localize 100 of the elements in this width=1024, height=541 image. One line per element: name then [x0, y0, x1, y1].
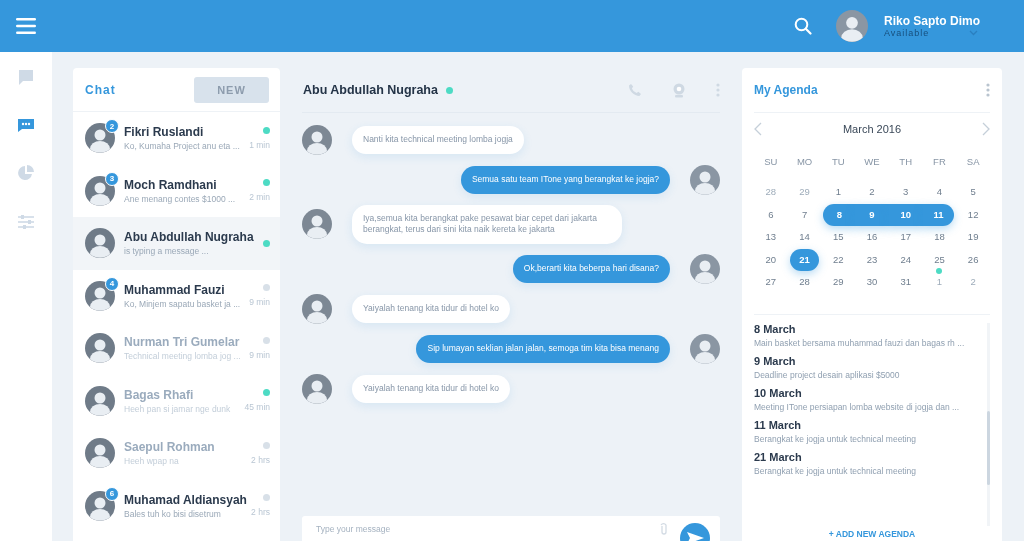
search-icon[interactable]	[794, 17, 812, 35]
event-date: 11 March	[754, 418, 803, 431]
calendar-day[interactable]: 4	[924, 181, 955, 204]
calendar-day[interactable]: 25	[924, 248, 955, 271]
calendar-day[interactable]: 10	[888, 203, 923, 226]
event-description: Berangkat ke jogja untuk technical meeting	[754, 465, 918, 476]
event-date: 10 March	[754, 386, 803, 399]
send-button[interactable]	[680, 523, 710, 541]
calendar-day[interactable]: 6	[756, 203, 786, 226]
calendar-day[interactable]: 9	[855, 203, 889, 226]
contact-name: Abu Abdullah Nugraha	[303, 83, 438, 97]
calendar-day[interactable]: 23	[857, 248, 887, 271]
unread-badge: 6	[105, 486, 119, 501]
calendar-day[interactable]: 11	[922, 203, 955, 226]
pie-chart-icon[interactable]	[17, 164, 35, 182]
chevron-left-icon[interactable]	[754, 122, 762, 136]
message-field[interactable]: Type your message	[302, 516, 720, 541]
incoming-message: Iya,semua kita berangkat pake pesawat biar cepet dari jakarta berangkat, terus dari sini kita naik kereta ke jakarta	[352, 205, 622, 244]
calendar-day[interactable]: 1	[924, 271, 955, 294]
calendar-day[interactable]: 21	[789, 248, 820, 271]
calendar-day[interactable]: 28	[756, 181, 786, 204]
weekday-label: WE	[863, 156, 881, 167]
phone-icon[interactable]	[628, 83, 642, 97]
event-description: Meeting ITone persiapan lomba website di jogja dan ...	[754, 401, 961, 412]
calendar-day[interactable]: 19	[958, 226, 988, 249]
avatar	[302, 373, 332, 404]
user-status[interactable]: Available	[884, 28, 930, 38]
calendar-day[interactable]: 24	[890, 248, 921, 271]
calendar-day[interactable]: 28	[789, 271, 820, 294]
month-label: March 2016	[842, 123, 902, 135]
event-date: 21 March	[754, 450, 803, 463]
chat-bubble-icon[interactable]	[17, 68, 35, 86]
calendar-day[interactable]: 7	[789, 203, 820, 226]
calendar-day[interactable]: 2	[857, 181, 887, 204]
add-agenda-button[interactable]: + ADD NEW AGENDA	[828, 526, 916, 541]
webcam-icon[interactable]	[672, 82, 686, 98]
calendar-day[interactable]: 29	[823, 271, 854, 294]
contact-name: Nurman Tri Gumelar	[124, 335, 241, 350]
paperclip-icon[interactable]	[660, 522, 668, 536]
event-description: Deadline project desain aplikasi $5000	[754, 369, 901, 380]
weekday-label: TH	[898, 156, 914, 167]
avatar	[690, 333, 720, 364]
calendar-day[interactable]: 13	[756, 226, 786, 249]
sliders-icon[interactable]	[17, 214, 35, 230]
incoming-message: Yaiyalah tenang kita tidur di hotel ko	[352, 295, 510, 323]
unread-badge: 4	[105, 276, 119, 291]
avatar	[690, 253, 720, 284]
message-preview: is typing a message ...	[124, 246, 210, 257]
more-options-icon[interactable]	[986, 83, 990, 97]
calendar-day[interactable]: 26	[958, 248, 988, 271]
message-time: 2 hrs	[251, 507, 270, 518]
calendar-day[interactable]: 1	[823, 181, 854, 204]
chevron-right-icon[interactable]	[982, 122, 990, 136]
unread-badge: 3	[105, 171, 119, 186]
avatar	[85, 490, 115, 521]
avatar	[85, 175, 115, 206]
contact-name: Muhammad Fauzi	[124, 282, 226, 297]
avatar	[836, 10, 868, 42]
weekday-label: MO	[795, 156, 814, 167]
avatar	[302, 209, 332, 240]
event-date: 9 March	[754, 354, 797, 367]
message-icon[interactable]	[17, 118, 35, 132]
calendar-day[interactable]: 30	[857, 271, 887, 294]
calendar-day[interactable]: 15	[823, 226, 854, 249]
user-name: Riko Sapto Dimo	[884, 14, 981, 28]
calendar-day[interactable]: 31	[890, 271, 921, 294]
chat-item[interactable]: 6 Muhamad Aldiansyah Bales tuh ko bisi disetrum 2 hrs	[73, 479, 280, 532]
calendar-day[interactable]: 12	[958, 203, 988, 226]
weekday-label: FR	[932, 156, 947, 167]
calendar-day[interactable]: 5	[958, 181, 988, 204]
outgoing-message: Sip lumayan seklian jalan jalan, semoga tim kita bisa menang	[416, 335, 670, 363]
avatar	[302, 293, 332, 324]
event-description: Berangkat ke jogja untuk technical meeting	[754, 433, 918, 444]
message-input[interactable]: Type your message	[316, 522, 648, 536]
menu-icon[interactable]	[16, 18, 36, 34]
calendar-day[interactable]: 2	[958, 271, 988, 294]
scrollbar[interactable]	[987, 322, 990, 526]
message-preview: Ane menang contes $1000 ...	[124, 193, 237, 204]
message-preview: Ko, Minjem sapatu basket ja ...	[124, 298, 241, 309]
event-date: 8 March	[754, 322, 797, 335]
message-time: 2 hrs	[251, 454, 270, 465]
outgoing-message: Semua satu team ITone yang berangkat ke jogja?	[460, 166, 670, 194]
chevron-down-icon[interactable]	[969, 30, 979, 36]
calendar-day[interactable]: 3	[890, 181, 921, 204]
calendar-day[interactable]: 29	[789, 181, 820, 204]
chat-item[interactable]: Abu Abdullah Nugraha is typing a message ...	[73, 217, 280, 270]
contact-name: Saepul Rohman	[124, 440, 216, 455]
contact-name: Abu Abdullah Nugraha	[124, 230, 254, 245]
calendar-day[interactable]: 17	[890, 226, 921, 249]
weekday-label: SU	[763, 156, 779, 167]
message-preview: Bales tuh ko bisi disetrum	[124, 508, 222, 519]
calendar-day[interactable]: 22	[823, 248, 854, 271]
calendar-day[interactable]: 27	[756, 271, 786, 294]
panel-title: My Agenda	[754, 83, 818, 97]
calendar-day[interactable]: 20	[756, 248, 786, 271]
calendar-day[interactable]: 16	[857, 226, 887, 249]
contact-name: Moch Ramdhani	[124, 177, 218, 192]
calendar-day[interactable]: 14	[789, 226, 820, 249]
calendar-day[interactable]: 8	[823, 203, 856, 226]
calendar-day[interactable]: 18	[924, 226, 955, 249]
